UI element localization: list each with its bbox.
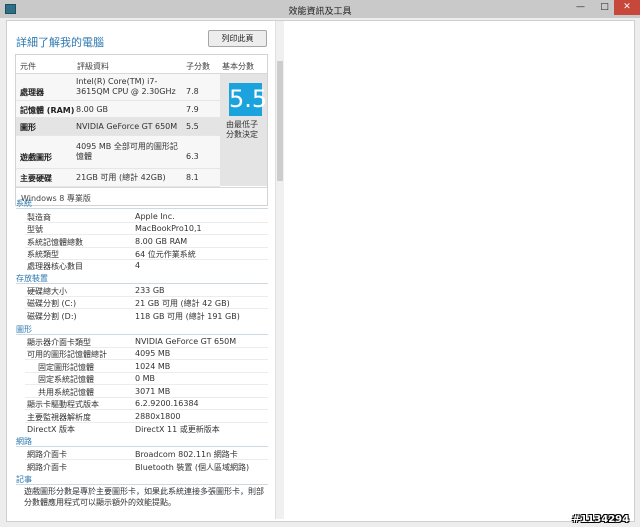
system-cores-value: 4 xyxy=(135,261,141,270)
section-divider xyxy=(16,208,268,209)
score-row-gaming-graphics: 遊戲圖形 4095 MB 全部可用的圖形記憶體 6.3 xyxy=(16,136,220,169)
storage-partition-d-label: 磁碟分割 (D:) xyxy=(27,312,77,321)
component-label: 主要硬碟 xyxy=(20,174,52,183)
rating-description: 8.00 GB xyxy=(76,105,109,114)
row-separator xyxy=(25,234,268,235)
graphics-resolution-value: 2880x1800 xyxy=(135,412,181,421)
content-area: 詳細了解我的電腦 列印此頁 元件 評級資料 子分數 基本分數 處理器 Intel… xyxy=(6,20,635,522)
subscore-value: 7.8 xyxy=(186,87,199,96)
graphics-shared-memory-value: 3071 MB xyxy=(135,387,171,396)
row-separator xyxy=(25,222,268,223)
row-separator xyxy=(25,308,268,309)
base-score-note: 由最低子分數決定 xyxy=(226,120,258,139)
subscore-value: 8.1 xyxy=(186,173,199,182)
base-score-tile: 5.5 xyxy=(229,83,267,116)
system-memory-value: 8.00 GB RAM xyxy=(135,237,188,246)
close-button[interactable]: ✕ xyxy=(614,0,640,15)
column-header-component: 元件 xyxy=(20,62,36,71)
column-header-subscore: 子分數 xyxy=(186,62,210,71)
section-divider xyxy=(16,484,268,485)
row-separator xyxy=(25,384,268,385)
subscore-value: 7.9 xyxy=(186,105,199,114)
section-divider xyxy=(16,334,268,335)
row-separator xyxy=(25,259,268,260)
row-separator xyxy=(25,372,268,373)
component-label: 遊戲圖形 xyxy=(20,153,52,162)
row-separator xyxy=(25,409,268,410)
subscore-value: 6.3 xyxy=(186,152,199,161)
system-model-value: MacBookPro10,1 xyxy=(135,224,202,233)
title-bar: 效能資訊及工具 — □ ✕ xyxy=(0,0,640,19)
row-separator xyxy=(25,422,268,423)
system-cores-label: 處理器核心數目 xyxy=(27,262,83,271)
score-panel: 元件 評級資料 子分數 基本分數 處理器 Intel(R) Core(TM) i… xyxy=(15,54,268,206)
rating-description: 4095 MB 全部可用的圖形記憶體 xyxy=(76,142,178,161)
row-separator xyxy=(25,359,268,360)
vertical-scrollbar[interactable] xyxy=(275,21,284,519)
storage-total-value: 233 GB xyxy=(135,286,165,295)
graphics-directx-value: DirectX 11 或更新版本 xyxy=(135,425,220,434)
graphics-directx-label: DirectX 版本 xyxy=(27,425,75,434)
edition-divider xyxy=(16,187,267,188)
print-page-button[interactable]: 列印此頁 xyxy=(208,30,267,47)
scrollbar-thumb[interactable] xyxy=(277,61,283,181)
column-header-rating: 評級資料 xyxy=(77,62,109,71)
section-divider xyxy=(16,446,268,447)
score-row-memory: 記憶體 (RAM) 8.00 GB 7.9 xyxy=(16,101,220,118)
network-adapter-2-value: Bluetooth 裝置 (個人區域網路) xyxy=(135,463,250,472)
subscore-value: 5.5 xyxy=(186,122,199,131)
graphics-total-memory-value: 4095 MB xyxy=(135,349,171,358)
score-row-graphics: 圖形 NVIDIA GeForce GT 650M 5.5 xyxy=(16,118,220,136)
score-row-processor: 處理器 Intel(R) Core(TM) i7-3615QM CPU @ 2.… xyxy=(16,74,220,101)
network-adapter-2-label: 網路介面卡 xyxy=(27,463,67,472)
rating-description: NVIDIA GeForce GT 650M xyxy=(76,122,178,131)
system-manufacturer-value: Apple Inc. xyxy=(135,212,175,221)
graphics-dedicated-system-value: 0 MB xyxy=(135,374,156,383)
row-separator xyxy=(25,397,268,398)
score-row-primary-disk: 主要硬碟 21GB 可用 (總計 42GB) 8.1 xyxy=(16,169,220,187)
graphics-driver-value: 6.2.9200.16384 xyxy=(135,399,199,408)
window-frame: 詳細了解我的電腦 列印此頁 元件 評級資料 子分數 基本分數 處理器 Intel… xyxy=(0,18,640,527)
storage-partition-d-value: 118 GB 可用 (總計 191 GB) xyxy=(135,312,240,321)
component-label: 圖形 xyxy=(20,123,36,132)
watermark: #1134294 xyxy=(572,514,630,525)
row-separator xyxy=(25,247,268,248)
component-label: 記憶體 (RAM) xyxy=(20,106,75,115)
notes-text: 遊戲圖形分數是專於主要圖形卡，如果此系統連接多張圖形卡，則部分數體應用程式可以顯… xyxy=(24,487,264,507)
row-separator xyxy=(25,459,268,460)
graphics-adapter-value: NVIDIA GeForce GT 650M xyxy=(135,337,237,346)
rating-description: Intel(R) Core(TM) i7-3615QM CPU @ 2.30GH… xyxy=(76,77,176,96)
graphics-dedicated-memory-value: 1024 MB xyxy=(135,362,171,371)
component-label: 處理器 xyxy=(20,88,44,97)
window-title: 效能資訊及工具 xyxy=(288,7,352,17)
rating-description: 21GB 可用 (總計 42GB) xyxy=(76,173,166,182)
row-separator xyxy=(25,296,268,297)
page-title: 詳細了解我的電腦 xyxy=(16,36,104,49)
section-divider xyxy=(16,283,268,284)
base-score-box: 5.5 由最低子分數決定 xyxy=(220,74,267,186)
minimize-button[interactable]: — xyxy=(568,0,593,15)
column-header-base-score: 基本分數 xyxy=(222,62,254,71)
row-separator xyxy=(25,347,268,348)
